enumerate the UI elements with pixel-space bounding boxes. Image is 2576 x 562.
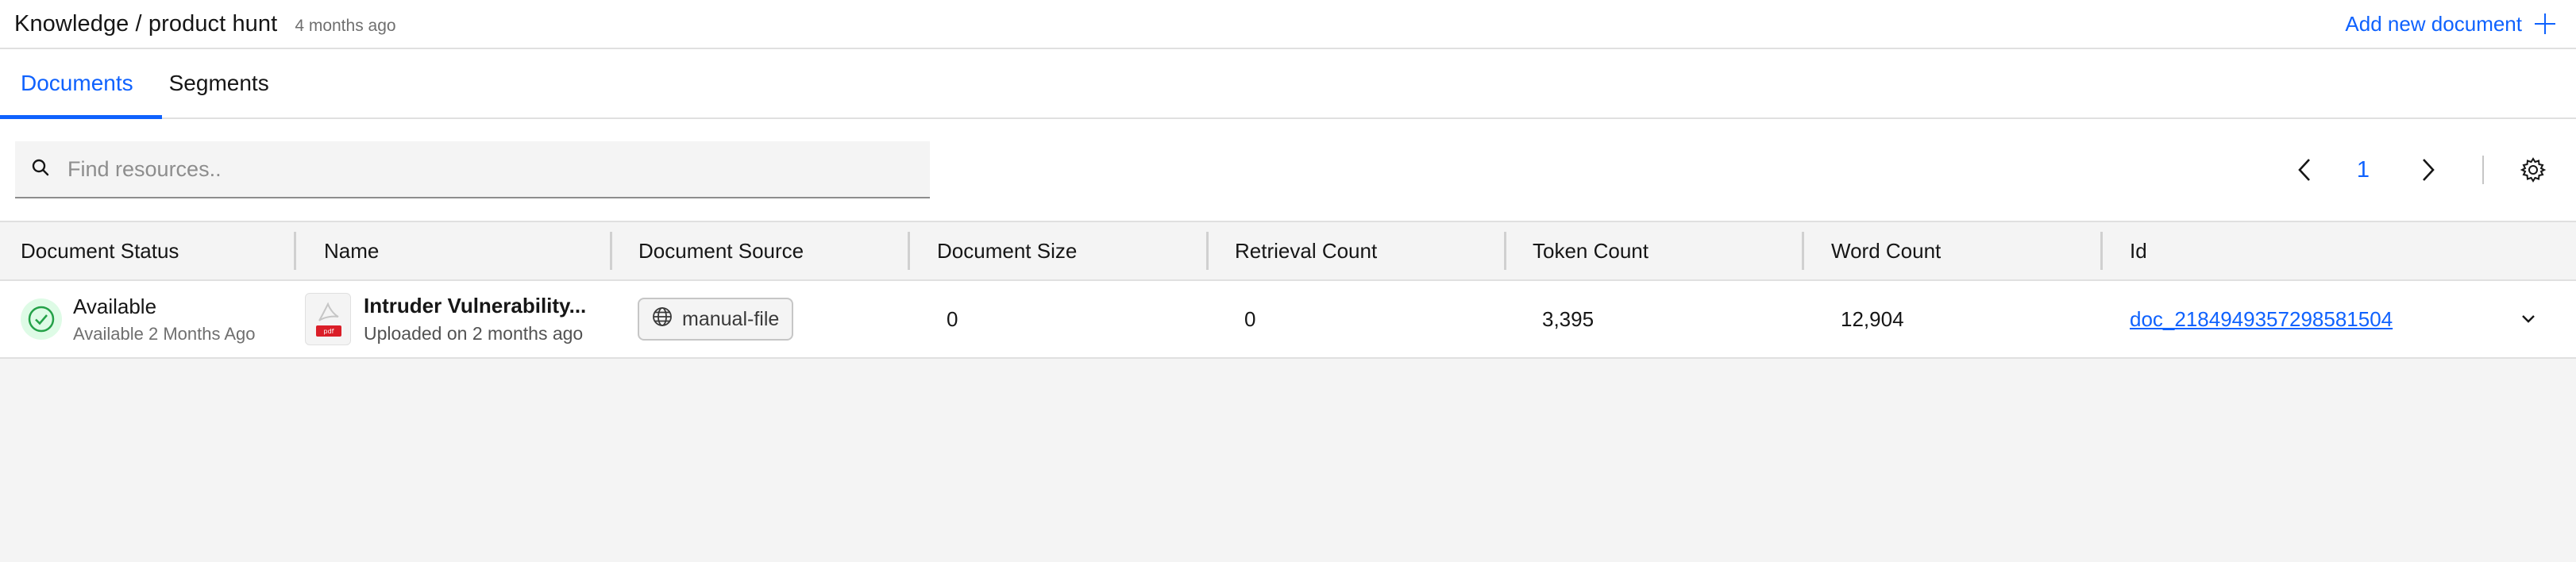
table-header: Document Status Name Document Source Doc… bbox=[0, 221, 2576, 279]
add-new-document-button[interactable]: Add new document bbox=[2345, 12, 2555, 37]
source-cell: manual-file bbox=[610, 281, 908, 357]
column-header-document-source[interactable]: Document Source bbox=[610, 222, 908, 279]
document-name[interactable]: Intruder Vulnerability... bbox=[364, 294, 586, 318]
tab-documents[interactable]: Documents bbox=[0, 49, 162, 119]
breadcrumb: Knowledge / product hunt bbox=[14, 10, 278, 37]
retrieval-count-cell: 0 bbox=[1206, 281, 1504, 357]
tab-segments[interactable]: Segments bbox=[162, 49, 298, 117]
column-header-document-status[interactable]: Document Status bbox=[0, 222, 294, 279]
id-cell: doc_2184949357298581504 bbox=[2100, 281, 2576, 357]
column-header-word-count[interactable]: Word Count bbox=[1802, 222, 2100, 279]
column-header-document-size[interactable]: Document Size bbox=[908, 222, 1206, 279]
source-label: manual-file bbox=[682, 307, 780, 330]
pagination: 1 bbox=[2289, 154, 2549, 186]
globe-icon bbox=[652, 306, 673, 333]
word-count-cell: 12,904 bbox=[1802, 281, 2100, 357]
search-box bbox=[15, 141, 930, 198]
status-label: Available bbox=[73, 294, 157, 318]
size-cell: 0 bbox=[908, 281, 1206, 357]
pdf-file-icon: pdf bbox=[305, 293, 351, 345]
page-header: Knowledge / product hunt 4 months ago Ad… bbox=[0, 0, 2576, 49]
status-text: Available Available 2 Months Ago bbox=[73, 294, 256, 345]
status-group: Available Available 2 Months Ago bbox=[21, 294, 256, 345]
column-header-retrieval-count[interactable]: Retrieval Count bbox=[1206, 222, 1504, 279]
toolbar-divider bbox=[2482, 156, 2484, 184]
source-tag: manual-file bbox=[638, 298, 794, 341]
word-count: 12,904 bbox=[1841, 306, 1904, 331]
name-text: Intruder Vulnerability... Uploaded on 2 … bbox=[364, 294, 586, 345]
table-row[interactable]: Available Available 2 Months Ago pdf Int… bbox=[0, 279, 2576, 359]
column-header-name[interactable]: Name bbox=[294, 222, 610, 279]
pdf-badge: pdf bbox=[316, 325, 341, 337]
updated-timestamp: 4 months ago bbox=[295, 16, 396, 35]
search-input[interactable] bbox=[67, 156, 930, 182]
status-sublabel: Available 2 Months Ago bbox=[73, 323, 256, 344]
chevron-left-icon[interactable] bbox=[2289, 154, 2320, 186]
status-cell: Available Available 2 Months Ago bbox=[0, 281, 294, 357]
check-circle-icon bbox=[21, 298, 62, 340]
retrieval-count: 0 bbox=[1244, 306, 1256, 331]
document-id-link[interactable]: doc_2184949357298581504 bbox=[2130, 307, 2393, 332]
header-title-group: Knowledge / product hunt 4 months ago bbox=[14, 11, 396, 37]
upload-time: Uploaded on 2 months ago bbox=[364, 323, 584, 344]
knowledge-page: Knowledge / product hunt 4 months ago Ad… bbox=[0, 0, 2576, 562]
table-toolbar: 1 bbox=[0, 119, 2576, 221]
column-header-token-count[interactable]: Token Count bbox=[1504, 222, 1802, 279]
chevron-right-icon[interactable] bbox=[2412, 154, 2444, 186]
column-header-id[interactable]: Id bbox=[2100, 222, 2576, 279]
gear-icon[interactable] bbox=[2517, 154, 2549, 186]
name-cell: pdf Intruder Vulnerability... Uploaded o… bbox=[294, 281, 610, 357]
document-size: 0 bbox=[947, 306, 958, 331]
token-count: 3,395 bbox=[1542, 306, 1595, 331]
documents-table: Document Status Name Document Source Doc… bbox=[0, 221, 2576, 359]
add-new-document-label: Add new document bbox=[2345, 11, 2522, 36]
current-page-number[interactable]: 1 bbox=[2357, 157, 2370, 183]
chevron-down-icon[interactable] bbox=[2512, 303, 2544, 335]
name-group: pdf Intruder Vulnerability... Uploaded o… bbox=[305, 293, 586, 345]
plus-icon bbox=[2535, 13, 2555, 34]
tab-bar: Documents Segments bbox=[0, 49, 2576, 119]
search-icon bbox=[31, 158, 50, 181]
token-count-cell: 3,395 bbox=[1504, 281, 1802, 357]
